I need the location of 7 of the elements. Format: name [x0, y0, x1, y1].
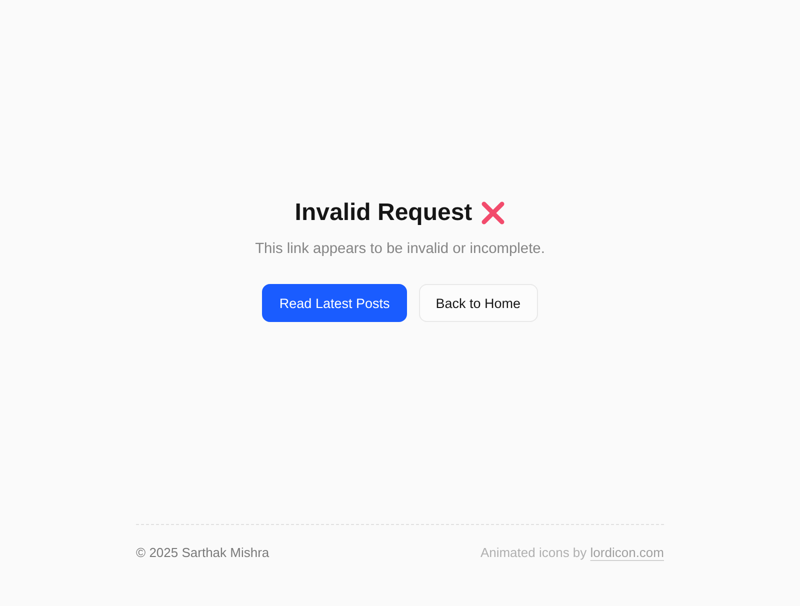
credit-text: Animated icons by lordicon.com [480, 545, 664, 561]
error-message: This link appears to be invalid or incomplete. [255, 240, 545, 259]
page-title: Invalid Request [294, 198, 472, 228]
read-posts-button[interactable]: Read Latest Posts [262, 284, 407, 322]
cross-mark-icon [481, 201, 506, 225]
copyright-text: © 2025 Sarthak Mishra [136, 545, 270, 561]
back-home-button[interactable]: Back to Home [418, 284, 538, 322]
